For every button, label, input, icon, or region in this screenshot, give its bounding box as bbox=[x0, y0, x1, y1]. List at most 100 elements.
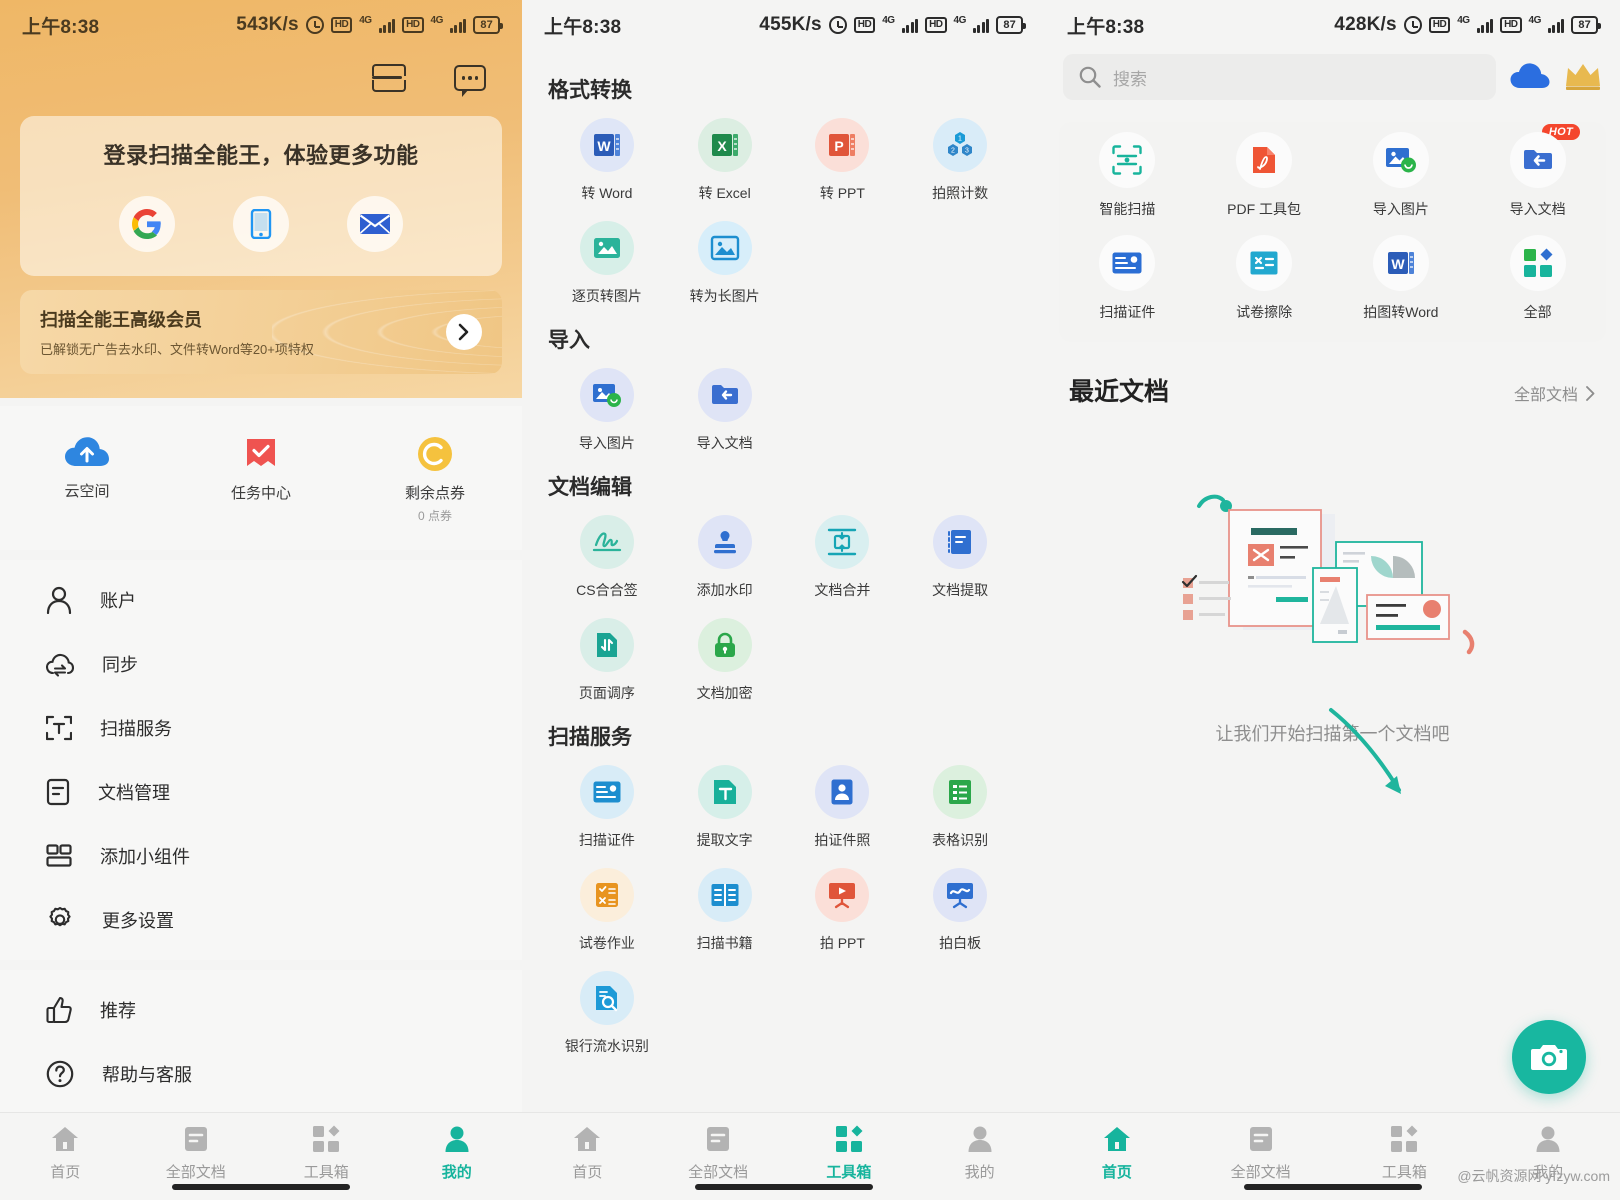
tool-import-image[interactable]: 导入图片 bbox=[548, 368, 666, 453]
curved-arrow-icon bbox=[1328, 708, 1401, 794]
panel-home: 上午8:38 428K/s HD 4G HD 4G 87 搜索 智能扫描 PDF… bbox=[1045, 0, 1620, 1200]
svg-text:2: 2 bbox=[951, 148, 955, 155]
tab-all-documents[interactable]: 全部文档 bbox=[131, 1125, 262, 1182]
signal-bars-1 bbox=[901, 17, 919, 33]
network-4g-label-2: 4G bbox=[1528, 14, 1542, 26]
account-person-icon bbox=[46, 586, 72, 614]
menu-item-sync[interactable]: 同步 bbox=[0, 632, 522, 696]
home-tool-all[interactable]: 全部 bbox=[1469, 235, 1606, 322]
home-tool-import-image-label: 导入图片 bbox=[1372, 201, 1429, 217]
phone-login-button[interactable] bbox=[233, 196, 289, 252]
tab-toolbox[interactable]: 工具箱 bbox=[784, 1125, 915, 1182]
tool-extract-text-label: 提取文字 bbox=[696, 832, 753, 848]
home-tool-import-doc[interactable]: HOT 导入文档 bbox=[1469, 124, 1606, 219]
tool-to-excel[interactable]: X 转 Excel bbox=[666, 118, 784, 203]
email-login-button[interactable] bbox=[347, 196, 403, 252]
home-tool-smart-scan-label: 智能扫描 bbox=[1099, 201, 1156, 217]
menu-item-scan-service[interactable]: 扫描服务 bbox=[0, 696, 522, 760]
tool-table-recognize[interactable]: 表格识别 bbox=[901, 765, 1019, 850]
tool-to-excel-label: 转 Excel bbox=[698, 185, 751, 201]
tool-to-ppt[interactable]: P 转 PPT bbox=[784, 118, 902, 203]
tool-exam-homework[interactable]: 试卷作业 bbox=[548, 868, 666, 953]
split-screen-icon[interactable] bbox=[372, 64, 406, 92]
home-tool-scan-id-card-label: 扫描证件 bbox=[1099, 304, 1156, 320]
all-tools-icon bbox=[1523, 248, 1553, 277]
tool-merge-doc[interactable]: 文档合并 bbox=[784, 515, 902, 600]
menu-item-help[interactable]: 帮助与客服 bbox=[0, 1042, 522, 1106]
tab-all-documents[interactable]: 全部文档 bbox=[1189, 1125, 1333, 1182]
tool-long-image[interactable]: 转为长图片 bbox=[666, 221, 784, 306]
tool-watermark[interactable]: 添加水印 bbox=[666, 515, 784, 600]
home-tool-exam-erase[interactable]: 试卷擦除 bbox=[1196, 235, 1333, 322]
tool-bank-statement[interactable]: 银行流水识别 bbox=[548, 971, 666, 1056]
tool-signature[interactable]: CS合合签 bbox=[548, 515, 666, 600]
tab-profile[interactable]: 我的 bbox=[914, 1125, 1045, 1182]
menu-item-account[interactable]: 账户 bbox=[0, 568, 522, 632]
tool-page-to-image[interactable]: 逐页转图片 bbox=[548, 221, 666, 306]
tool-capture-ppt[interactable]: 拍 PPT bbox=[784, 868, 902, 953]
pdf-toolkit-icon bbox=[1253, 147, 1276, 173]
vip-chevron-right-icon[interactable] bbox=[446, 314, 482, 350]
tab-toolbox[interactable]: 工具箱 bbox=[261, 1125, 392, 1182]
menu-item-widget[interactable]: 添加小组件 bbox=[0, 824, 522, 888]
quick-action-tasks[interactable]: 任务中心 bbox=[174, 436, 348, 524]
tool-page-order[interactable]: 页面调序 bbox=[548, 618, 666, 703]
home-tool-pdf-toolkit[interactable]: PDF 工具包 bbox=[1196, 132, 1333, 219]
tool-photo-count[interactable]: 1 2 3 拍照计数 bbox=[901, 118, 1019, 203]
tab-toolbox[interactable]: 工具箱 bbox=[1333, 1125, 1477, 1182]
tool-scan-book-label: 扫描书籍 bbox=[696, 935, 753, 951]
phone-icon bbox=[250, 209, 272, 239]
menu-item-settings[interactable]: 更多设置 bbox=[0, 888, 522, 952]
tool-import-doc[interactable]: 导入文档 bbox=[666, 368, 784, 453]
toolbox-icon bbox=[1391, 1125, 1418, 1152]
tool-scan-id-card[interactable]: 扫描证件 bbox=[548, 765, 666, 850]
tab-profile[interactable]: 我的 bbox=[392, 1125, 523, 1182]
tab-profile-label: 我的 bbox=[964, 1164, 995, 1181]
tab-home[interactable]: 首页 bbox=[1045, 1125, 1189, 1182]
battery-indicator: 87 bbox=[1571, 16, 1601, 34]
menu-item-document-manage[interactable]: 文档管理 bbox=[0, 760, 522, 824]
home-tool-smart-scan[interactable]: 智能扫描 bbox=[1059, 132, 1196, 219]
menu-item-document-manage-label: 文档管理 bbox=[98, 783, 170, 803]
tool-grid-scan-service: 扫描证件 提取文字 拍证件照 表格识别 试卷作业 扫描书籍 拍 PPT 拍白板 … bbox=[548, 765, 1019, 1056]
tool-to-word[interactable]: W 转 Word bbox=[548, 118, 666, 203]
home-tool-import-image[interactable]: 导入图片 bbox=[1333, 132, 1470, 219]
photo-to-word-icon: W bbox=[1387, 252, 1414, 274]
google-login-button[interactable] bbox=[119, 196, 175, 252]
home-tool-photo-to-word[interactable]: W 拍图转Word bbox=[1333, 235, 1470, 322]
tab-all-documents[interactable]: 全部文档 bbox=[653, 1125, 784, 1182]
menu-item-recommend[interactable]: 推荐 bbox=[0, 978, 522, 1042]
feedback-chat-icon[interactable] bbox=[454, 65, 486, 97]
vip-upgrade-card[interactable]: 扫描全能王高级会员 已解锁无广告去水印、文件转Word等20+项特权 bbox=[20, 290, 502, 374]
panel-toolbox: 上午8:38 455K/s HD 4G HD 4G 87 格式转换 W 转 Wo… bbox=[522, 0, 1045, 1200]
all-documents-link[interactable]: 全部文档 bbox=[1514, 381, 1596, 405]
tool-encrypt[interactable]: 文档加密 bbox=[666, 618, 784, 703]
home-indicator bbox=[172, 1184, 350, 1190]
tool-extract-text[interactable]: 提取文字 bbox=[666, 765, 784, 850]
quick-action-cloud[interactable]: 云空间 bbox=[0, 436, 174, 524]
tab-home-label: 首页 bbox=[1101, 1164, 1132, 1181]
crown-vip-icon[interactable] bbox=[1564, 62, 1602, 92]
profile-gold-header: 上午8:38 543K/s HD 4G HD 4G 87 登录扫描全能王，体验更… bbox=[0, 0, 522, 398]
network-4g-label-1: 4G bbox=[359, 14, 372, 26]
quick-action-cloud-label: 云空间 bbox=[64, 483, 110, 500]
tool-scan-book[interactable]: 扫描书籍 bbox=[666, 868, 784, 953]
status-time: 上午8:38 bbox=[1067, 16, 1145, 38]
tool-extract-doc[interactable]: 文档提取 bbox=[901, 515, 1019, 600]
panel-profile: 上午8:38 543K/s HD 4G HD 4G 87 登录扫描全能王，体验更… bbox=[0, 0, 522, 1200]
scan-text-icon bbox=[46, 715, 72, 741]
cloud-icon[interactable] bbox=[1510, 62, 1550, 92]
section-title-import: 导入 bbox=[548, 329, 590, 352]
search-input[interactable]: 搜索 bbox=[1063, 54, 1496, 100]
home-indicator bbox=[694, 1184, 873, 1190]
quick-actions-row: 云空间 任务中心 剩余点券 0 点券 bbox=[0, 406, 522, 550]
home-icon bbox=[52, 1127, 79, 1151]
tool-id-photo[interactable]: 拍证件照 bbox=[784, 765, 902, 850]
camera-scan-fab[interactable] bbox=[1512, 1020, 1586, 1094]
tab-home[interactable]: 首页 bbox=[0, 1125, 131, 1182]
tool-whiteboard[interactable]: 拍白板 bbox=[901, 868, 1019, 953]
battery-indicator: 87 bbox=[473, 16, 503, 34]
home-tool-scan-id-card[interactable]: 扫描证件 bbox=[1059, 235, 1196, 322]
tab-home[interactable]: 首页 bbox=[522, 1125, 653, 1182]
quick-action-coupons[interactable]: 剩余点券 0 点券 bbox=[348, 436, 522, 524]
